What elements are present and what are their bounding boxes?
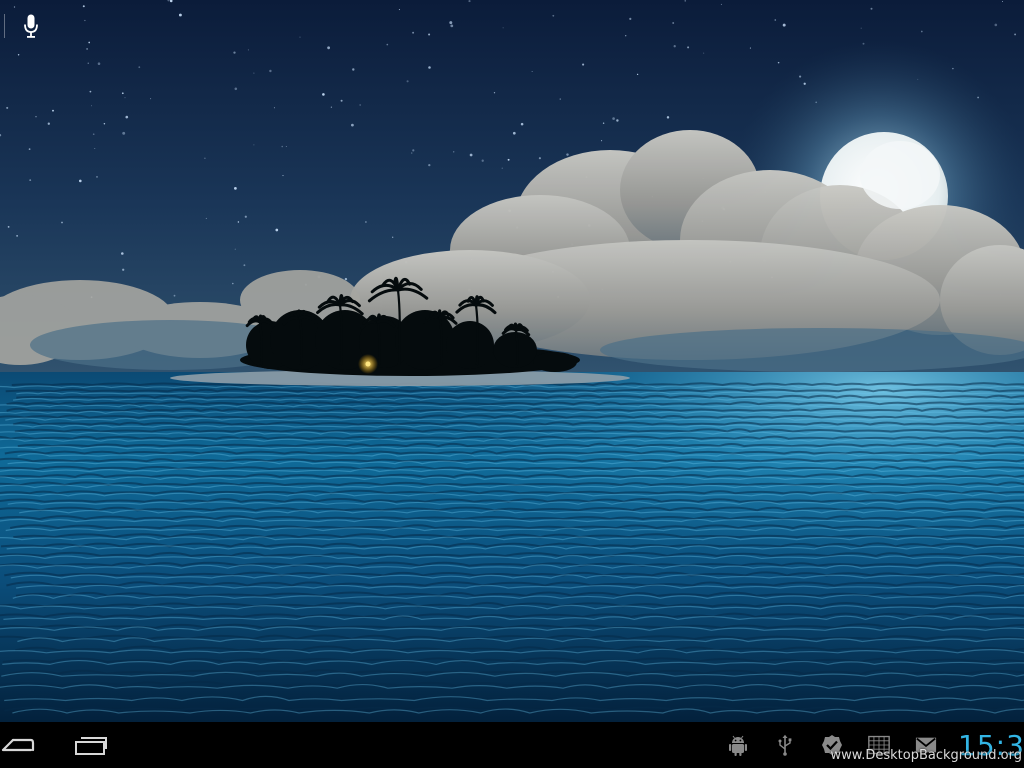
usb-icon bbox=[774, 734, 796, 756]
back-arrow-icon bbox=[1, 738, 35, 752]
microphone-icon bbox=[24, 14, 38, 38]
top-bar bbox=[0, 0, 1024, 48]
android-debug-icon bbox=[727, 734, 749, 756]
wallpaper bbox=[0, 0, 1024, 722]
watermark-text: www.DesktopBackground.org bbox=[830, 748, 1022, 763]
back-button[interactable] bbox=[0, 730, 36, 760]
recent-apps-icon bbox=[75, 737, 107, 755]
recent-apps-button[interactable] bbox=[70, 730, 110, 760]
voice-search-button[interactable] bbox=[16, 10, 46, 42]
divider bbox=[4, 14, 5, 38]
home-screen: 15:3 www.DesktopBackground.org bbox=[0, 0, 1024, 768]
system-bar: 15:3 www.DesktopBackground.org bbox=[0, 722, 1024, 768]
